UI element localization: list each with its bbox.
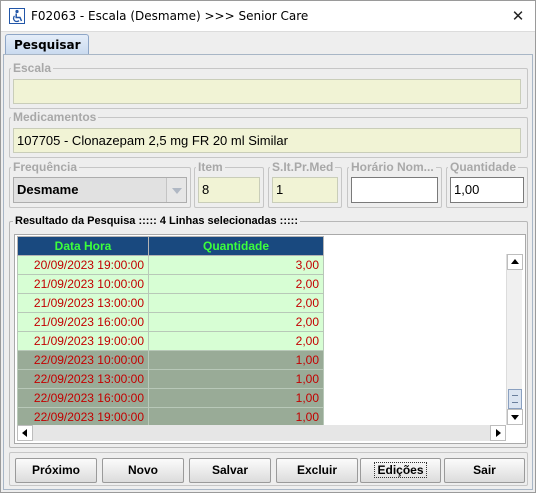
quantidade-field[interactable]: 1,00 (450, 177, 524, 203)
excluir-button[interactable]: Excluir (276, 458, 358, 483)
item-label: Item (198, 160, 223, 174)
title-bar: F02063 - Escala (Desmame) >>> Senior Car… (1, 1, 535, 32)
tab-pesquisar[interactable]: Pesquisar (5, 34, 90, 56)
sair-button[interactable]: Sair (444, 458, 525, 483)
cell-quantidade[interactable]: 2,00 (148, 312, 324, 332)
cell-quantidade[interactable]: 1,00 (148, 388, 324, 408)
escala-field[interactable] (13, 79, 521, 104)
medicamentos-field[interactable]: 107705 - Clonazepam 2,5 mg FR 20 ml Simi… (13, 128, 521, 153)
table-row[interactable]: 22/09/2023 19:00:00 1,00 (17, 407, 324, 427)
scroll-up-icon[interactable] (507, 254, 523, 270)
table-row[interactable]: 22/09/2023 13:00:00 1,00 (17, 369, 324, 389)
tab-strip: Pesquisar (3, 33, 533, 56)
table-row[interactable]: 21/09/2023 10:00:00 2,00 (17, 274, 324, 294)
edicoes-button[interactable]: Edições (360, 458, 441, 483)
cell-quantidade[interactable]: 2,00 (148, 274, 324, 294)
chevron-down-icon[interactable] (166, 178, 186, 202)
results-table: Data Hora Quantidade 20/09/2023 19:00:00… (17, 236, 324, 427)
results-table-body: 20/09/2023 19:00:00 3,00 21/09/2023 10:00:… (17, 255, 324, 427)
cell-data-hora[interactable]: 22/09/2023 19:00:00 (17, 407, 149, 427)
table-row[interactable]: 20/09/2023 19:00:00 3,00 (17, 255, 324, 275)
cell-data-hora[interactable]: 22/09/2023 16:00:00 (17, 388, 149, 408)
cell-data-hora[interactable]: 22/09/2023 10:00:00 (17, 350, 149, 370)
novo-button[interactable]: Novo (102, 458, 184, 483)
scroll-right-icon[interactable] (490, 425, 506, 441)
cell-quantidade[interactable]: 1,00 (148, 350, 324, 370)
cell-data-hora[interactable]: 22/09/2023 13:00:00 (17, 369, 149, 389)
scroll-left-icon[interactable] (17, 425, 33, 441)
cell-quantidade[interactable]: 2,00 (148, 293, 324, 313)
medicamentos-label: Medicamentos (13, 110, 97, 124)
table-row[interactable]: 22/09/2023 16:00:00 1,00 (17, 388, 324, 408)
proximo-button[interactable]: Próximo (15, 458, 97, 483)
cell-quantidade[interactable]: 3,00 (148, 255, 324, 275)
results-grid: Data Hora Quantidade 20/09/2023 19:00:00… (14, 234, 526, 444)
column-header-quantidade[interactable]: Quantidade (148, 236, 324, 256)
sltprmed-label: S.It.Pr.Med (272, 160, 334, 174)
cell-data-hora[interactable]: 21/09/2023 16:00:00 (17, 312, 149, 332)
results-legend: Resultado da Pesquisa ::::: 4 Linhas sel… (13, 215, 300, 227)
column-header-data-hora[interactable]: Data Hora (17, 236, 149, 256)
table-header-row: Data Hora Quantidade (17, 236, 324, 256)
scroll-thumb[interactable] (508, 389, 522, 409)
escala-label: Escala (13, 61, 52, 75)
table-row[interactable]: 21/09/2023 19:00:00 2,00 (17, 331, 324, 351)
button-bar: Próximo Novo Salvar Excluir Edições Sair (9, 452, 528, 486)
horario-field[interactable] (351, 177, 438, 203)
frequencia-label: Frequência (13, 160, 78, 174)
quantidade-label: Quantidade (450, 160, 517, 174)
cell-data-hora[interactable]: 21/09/2023 13:00:00 (17, 293, 149, 313)
salvar-button[interactable]: Salvar (189, 458, 271, 483)
cell-quantidade[interactable]: 1,00 (148, 369, 324, 389)
table-row[interactable]: 21/09/2023 16:00:00 2,00 (17, 312, 324, 332)
cell-data-hora[interactable]: 21/09/2023 10:00:00 (17, 274, 149, 294)
results-panel: Resultado da Pesquisa ::::: 4 Linhas sel… (9, 215, 528, 448)
sltprmed-field[interactable]: 1 (272, 177, 338, 203)
horario-label: Horário Nom... (351, 160, 434, 174)
app-window: F02063 - Escala (Desmame) >>> Senior Car… (0, 0, 536, 493)
table-row[interactable]: 22/09/2023 10:00:00 1,00 (17, 350, 324, 370)
cell-quantidade[interactable]: 2,00 (148, 331, 324, 351)
table-row[interactable]: 21/09/2023 13:00:00 2,00 (17, 293, 324, 313)
close-icon[interactable]: ✕ (501, 1, 535, 32)
scroll-down-icon[interactable] (507, 409, 523, 425)
vertical-scrollbar[interactable] (506, 254, 523, 425)
horizontal-scroll-track[interactable] (33, 425, 490, 441)
item-field[interactable]: 8 (198, 177, 260, 203)
wheelchair-icon (9, 8, 25, 24)
cell-data-hora[interactable]: 20/09/2023 19:00:00 (17, 255, 149, 275)
tab-panel-pesquisar: Escala Medicamentos 107705 - Clonazepam … (3, 54, 533, 490)
frequencia-select[interactable]: Desmame (13, 177, 187, 203)
edicoes-button-label: Edições (374, 462, 427, 478)
cell-data-hora[interactable]: 21/09/2023 19:00:00 (17, 331, 149, 351)
frequencia-value: Desmame (17, 182, 79, 197)
window-title: F02063 - Escala (Desmame) >>> Senior Car… (31, 9, 309, 23)
horizontal-scrollbar[interactable] (17, 425, 506, 441)
cell-quantidade[interactable]: 1,00 (148, 407, 324, 427)
